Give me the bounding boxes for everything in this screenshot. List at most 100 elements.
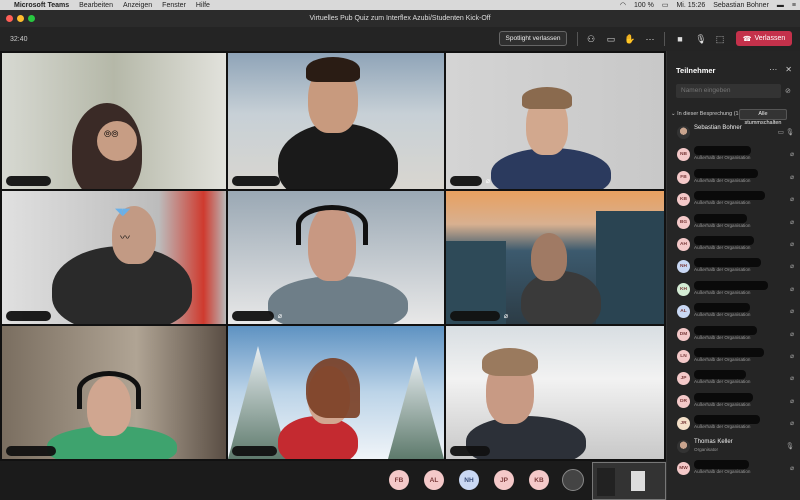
participant-avatar[interactable]: AL xyxy=(424,470,444,490)
mic-off-icon: ⌀ xyxy=(790,263,794,271)
window-title: Virtuelles Pub Quiz zum Interflex Azubi/… xyxy=(309,15,491,22)
participant-row[interactable]: BG Außerhalb der Organisation ⌀ xyxy=(667,213,800,233)
meeting-section-header[interactable]: ⌄ In dieser Besprechung (16) xyxy=(671,111,743,117)
menu-fenster[interactable]: Fenster xyxy=(162,2,186,9)
menu-hilfe[interactable]: Hilfe xyxy=(196,2,210,9)
menubar-user[interactable]: Sebastian Bohner xyxy=(713,2,769,9)
leave-button[interactable]: ☎ Verlassen xyxy=(736,31,792,46)
background-building xyxy=(596,211,664,324)
participant-photo-avatar xyxy=(677,439,690,453)
camera-icon[interactable]: ■ xyxy=(674,33,686,45)
wifi-icon[interactable]: ◠ xyxy=(620,1,626,9)
participant-row[interactable]: KB Außerhalb der Organisation ⌀ xyxy=(667,190,800,210)
participant-row[interactable]: AH Außerhalb der Organisation ⌀ xyxy=(667,235,800,255)
participant-org: Organisator xyxy=(694,446,719,452)
participants-icon[interactable]: ⚇ xyxy=(585,33,597,45)
video-tile[interactable]: ⌀ xyxy=(446,191,664,324)
redacted-name xyxy=(694,213,747,223)
participant-org: Außerhalb der Organisation xyxy=(694,379,751,385)
mic-off-icon: ⌀ xyxy=(790,353,794,360)
video-tile[interactable] xyxy=(446,326,664,459)
close-window-button[interactable] xyxy=(6,15,13,22)
menubar-app-name[interactable]: Microsoft Teams xyxy=(14,2,69,9)
video-tile[interactable]: ⌀ xyxy=(228,191,444,324)
participant-face xyxy=(531,233,567,281)
redacted-name xyxy=(694,370,746,380)
participant-avatar[interactable]: KB xyxy=(529,470,549,490)
participant-org: Außerhalb der Organisation xyxy=(694,200,751,206)
participant-row[interactable]: FB Außerhalb der Organisation ⌀ xyxy=(667,168,800,188)
chat-icon[interactable]: ▭ xyxy=(605,33,617,45)
headset-icon xyxy=(296,205,368,245)
battery-label[interactable]: 100 % xyxy=(634,2,654,9)
raise-hand-icon[interactable]: ✋ xyxy=(624,33,636,45)
video-tile[interactable]: ⦾⦾ xyxy=(2,53,226,189)
video-tile[interactable] xyxy=(2,326,226,459)
close-icon[interactable]: ✕ xyxy=(785,65,792,74)
participant-org: Außerhalb der Organisation xyxy=(694,401,751,407)
redacted-name xyxy=(694,258,761,268)
redacted-name xyxy=(694,236,754,245)
participant-row[interactable]: NB Außerhalb der Organisation ⌀ xyxy=(667,145,800,165)
mic-off-icon: ⌀ xyxy=(790,173,794,181)
mic-off-icon: ⌀ xyxy=(790,397,794,405)
participant-row[interactable]: JR Außerhalb der Organisation ⌀ xyxy=(667,414,800,434)
participant-video xyxy=(268,276,408,324)
video-tile[interactable]: ◥◤ 〰 xyxy=(2,191,226,324)
participant-row[interactable]: DR Außerhalb der Organisation ⌀ xyxy=(667,392,800,412)
overflow-participants-bar: FB AL NH JP KB xyxy=(0,461,666,500)
participant-photo-avatar[interactable] xyxy=(562,469,584,491)
participant-video xyxy=(521,271,601,324)
mic-off-icon: ⌀ xyxy=(790,308,794,316)
share-icon[interactable]: ⬚ xyxy=(714,33,726,45)
mic-off-icon: ⌀ xyxy=(790,218,794,226)
menu-anzeigen[interactable]: Anzeigen xyxy=(123,2,152,9)
participant-row[interactable]: JP Außerhalb der Organisation ⌀ xyxy=(667,369,800,389)
glasses-filter-icon: ⦾⦾ xyxy=(104,129,119,139)
video-tile[interactable] xyxy=(228,53,444,189)
participant-avatar[interactable]: NH xyxy=(459,470,479,490)
participant-name-label xyxy=(6,446,56,456)
participant-row[interactable]: Thomas Keller Organisator 🎙 xyxy=(667,437,800,457)
toolbar-divider xyxy=(664,32,665,46)
mic-off-icon: ⌀ xyxy=(790,420,794,428)
menu-list-icon[interactable]: ≡ xyxy=(792,2,796,9)
participant-initials-avatar: LN xyxy=(677,350,690,363)
participant-row[interactable]: NH Außerhalb der Organisation ⌀ xyxy=(667,257,800,277)
spotlight-leave-button[interactable]: Spotlight verlassen xyxy=(499,31,567,46)
video-tile[interactable]: ⌀ xyxy=(446,53,664,189)
preview-screen xyxy=(631,471,645,491)
participant-avatar[interactable]: FB xyxy=(389,470,409,490)
meeting-timer: 32:40 xyxy=(10,35,28,43)
preview-frame xyxy=(597,468,615,496)
maximize-window-button[interactable] xyxy=(28,15,35,22)
more-icon[interactable]: ⋯ xyxy=(644,33,656,45)
video-tile[interactable] xyxy=(228,326,444,459)
participant-org: Außerhalb der Organisation xyxy=(694,155,751,161)
minimize-window-button[interactable] xyxy=(17,15,24,22)
participant-name-label xyxy=(6,176,51,186)
participant-row[interactable]: DM Außerhalb der Organisation ⌀ xyxy=(667,325,800,345)
participant-org: Außerhalb der Organisation xyxy=(694,312,751,318)
sunglasses-filter-icon: ◥◤ xyxy=(115,207,131,218)
flag-icon[interactable]: ▬ xyxy=(777,2,784,9)
mic-off-icon: ⌀ xyxy=(485,178,491,185)
mute-all-button[interactable]: Alle stummschalten xyxy=(739,109,787,126)
participant-initials-avatar: DR xyxy=(677,394,690,408)
more-options-icon[interactable]: ⋯ xyxy=(769,65,777,74)
participant-search-input[interactable] xyxy=(676,84,781,98)
mic-off-icon: ⌀ xyxy=(790,285,794,293)
participant-row[interactable]: KH Außerhalb der Organisation ⌀ xyxy=(667,280,800,300)
participant-row[interactable]: LN Außerhalb der Organisation ⌀ xyxy=(667,347,800,367)
self-video-preview[interactable] xyxy=(592,462,666,500)
menu-bearbeiten[interactable]: Bearbeiten xyxy=(79,2,113,9)
mustache-filter-icon: 〰 xyxy=(120,233,130,244)
participant-avatar[interactable]: JP xyxy=(494,470,514,490)
participant-row[interactable]: Sebastian Bohner ▭ 🎙 xyxy=(667,123,800,143)
participant-initials-avatar: AH xyxy=(677,238,690,251)
participant-row[interactable]: AL Außerhalb der Organisation ⌀ xyxy=(667,302,800,322)
participant-row[interactable]: MW Außerhalb der Organisation ⌀ xyxy=(667,459,800,479)
share-link-icon[interactable]: ⊘ xyxy=(785,87,791,95)
menubar-clock[interactable]: Mi. 15:26 xyxy=(676,2,705,9)
mic-icon[interactable]: 🎙 xyxy=(695,33,707,45)
